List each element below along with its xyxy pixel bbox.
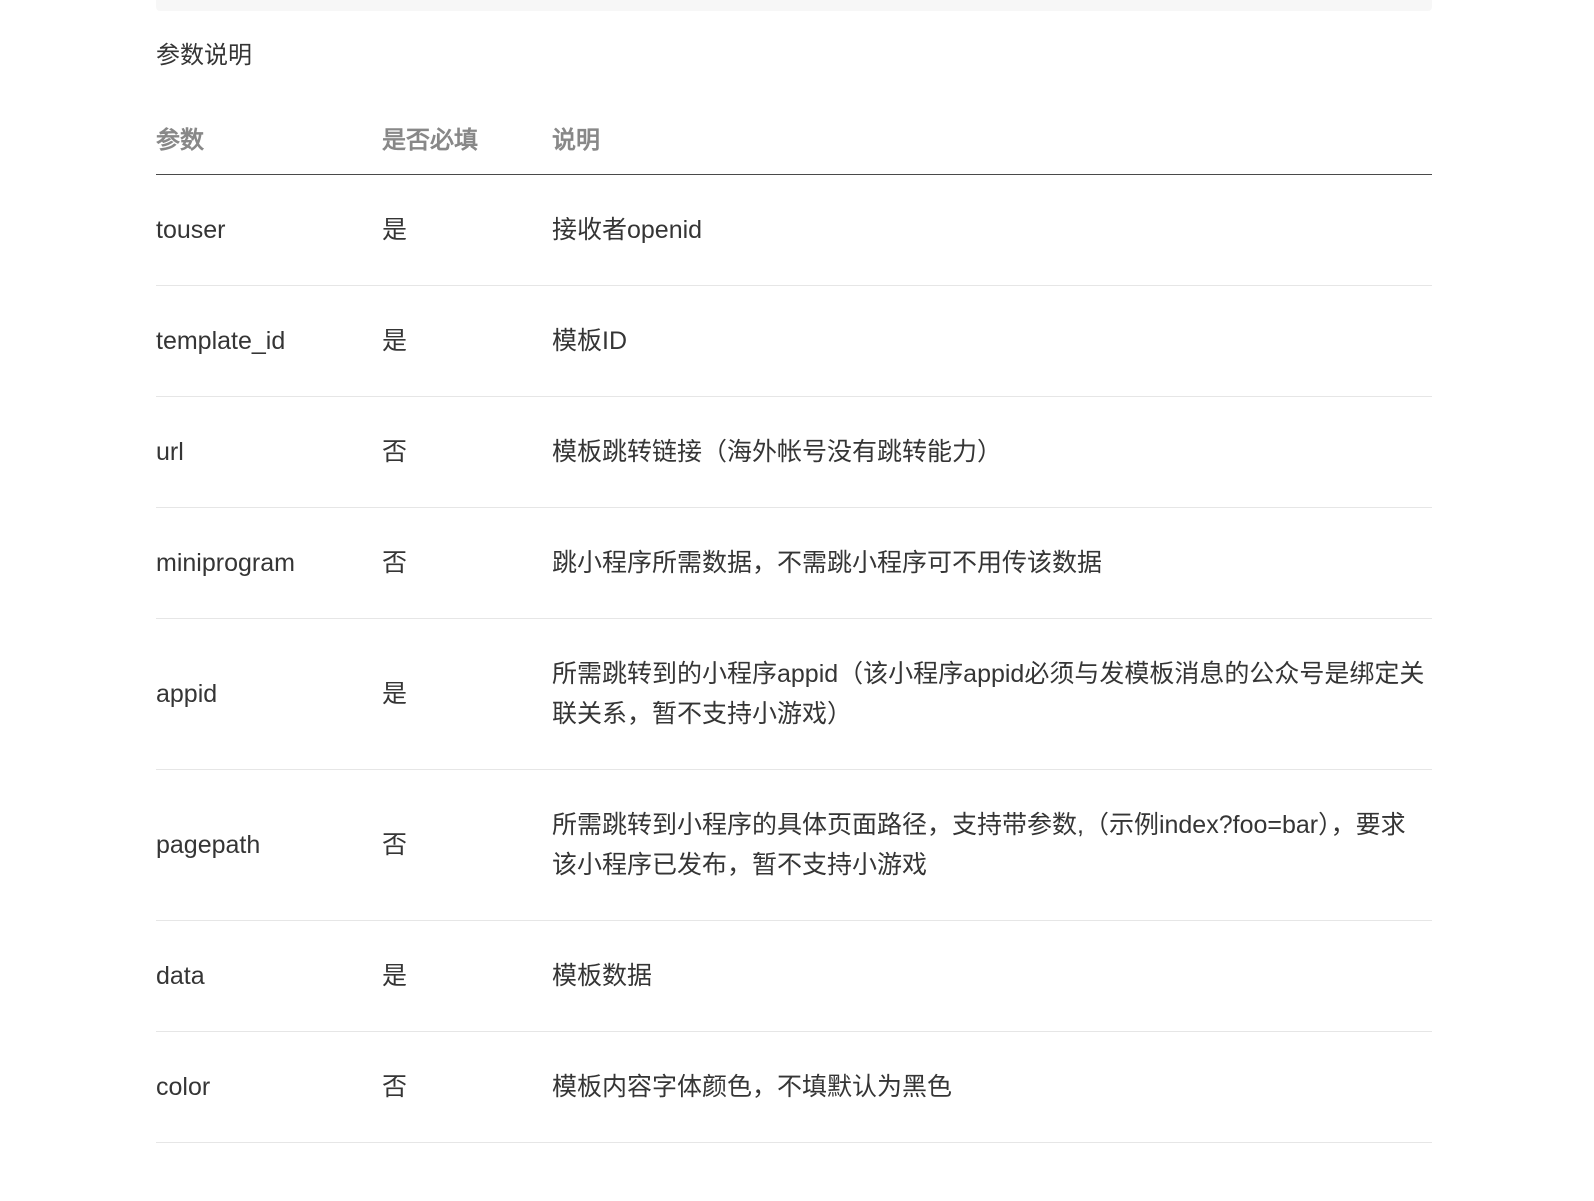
table-row: pagepath 否 所需跳转到小程序的具体页面路径，支持带参数,（示例inde… [156,769,1432,921]
description-cell: 所需跳转到小程序的具体页面路径，支持带参数,（示例index?foo=bar），… [552,769,1432,921]
description-cell: 接收者openid [552,174,1432,286]
section-title: 参数说明 [156,42,252,69]
description-cell: 跳小程序所需数据，不需跳小程序可不用传该数据 [552,507,1432,619]
param-name-cell: color [156,1031,382,1143]
required-cell: 否 [382,396,552,508]
description-cell: 模板跳转链接（海外帐号没有跳转能力） [552,396,1432,508]
table-header-row: 参数 是否必填 说明 [156,100,1432,175]
description-cell: 所需跳转到的小程序appid（该小程序appid必须与发模板消息的公众号是绑定关… [552,618,1432,770]
description-cell: 模板数据 [552,920,1432,1032]
required-cell: 否 [382,507,552,619]
table-row: miniprogram 否 跳小程序所需数据，不需跳小程序可不用传该数据 [156,507,1432,619]
table-row: appid 是 所需跳转到的小程序appid（该小程序appid必须与发模板消息… [156,618,1432,770]
required-cell: 是 [382,920,552,1032]
table-row: url 否 模板跳转链接（海外帐号没有跳转能力） [156,396,1432,508]
description-cell: 模板ID [552,285,1432,397]
param-name-cell: miniprogram [156,507,382,619]
header-required: 是否必填 [382,100,552,175]
param-name-cell: appid [156,618,382,770]
table-row: data 是 模板数据 [156,920,1432,1032]
param-name-cell: touser [156,174,382,286]
required-cell: 否 [382,769,552,921]
description-cell: 模板内容字体颜色，不填默认为黑色 [552,1031,1432,1143]
parameter-table: 参数 是否必填 说明 touser 是 接收者openid template_i… [156,100,1432,1143]
header-description: 说明 [552,100,1432,175]
param-name-cell: pagepath [156,769,382,921]
param-name-cell: url [156,396,382,508]
table-row: template_id 是 模板ID [156,285,1432,397]
table-row: touser 是 接收者openid [156,174,1432,286]
param-name-cell: data [156,920,382,1032]
required-cell: 是 [382,618,552,770]
header-param: 参数 [156,100,382,175]
param-name-cell: template_id [156,285,382,397]
required-cell: 否 [382,1031,552,1143]
table-row: color 否 模板内容字体颜色，不填默认为黑色 [156,1031,1432,1143]
required-cell: 是 [382,285,552,397]
code-block-bottom-edge [156,0,1432,11]
required-cell: 是 [382,174,552,286]
